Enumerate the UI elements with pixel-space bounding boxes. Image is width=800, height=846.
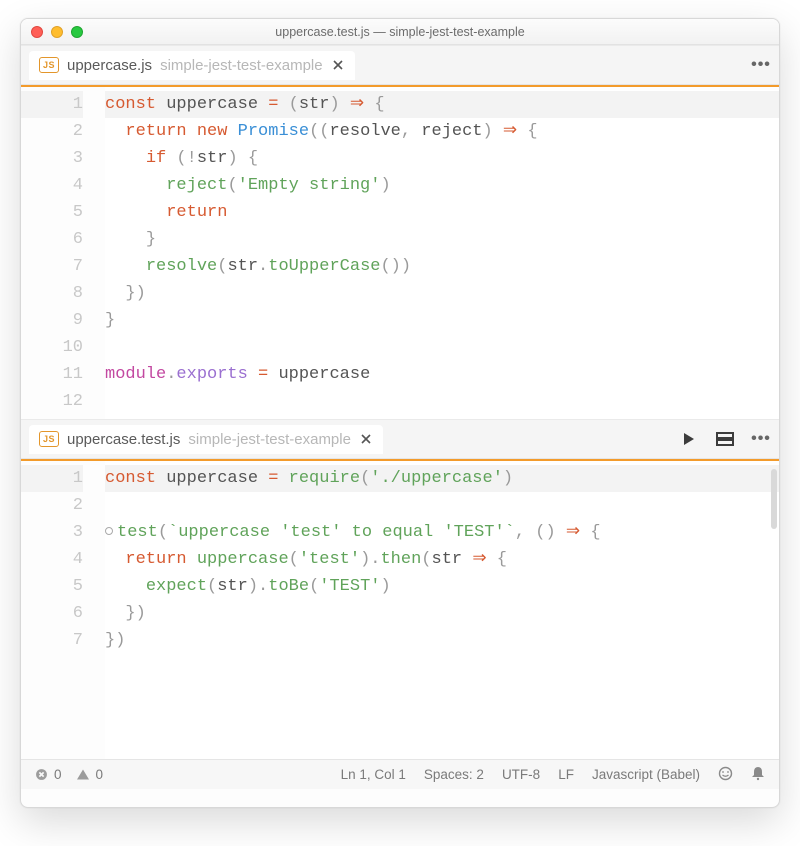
error-count: 0: [54, 767, 62, 782]
code-editor-upper[interactable]: 123456789101112 const uppercase = (str) …: [21, 87, 779, 419]
layout-split-icon[interactable]: [715, 429, 735, 449]
cursor-position[interactable]: Ln 1, Col 1: [341, 767, 406, 782]
editor-pane-lower: JS uppercase.test.js simple-jest-test-ex…: [21, 419, 779, 759]
diagnostics-warnings[interactable]: 0: [76, 767, 104, 782]
warning-count: 0: [96, 767, 104, 782]
file-encoding[interactable]: UTF-8: [502, 767, 540, 782]
feedback-icon[interactable]: [718, 766, 733, 784]
editor-pane-upper: JS uppercase.js simple-jest-test-example…: [21, 45, 779, 419]
tab-filename: uppercase.js: [67, 57, 152, 74]
tab-project: simple-jest-test-example: [160, 57, 323, 74]
code-area[interactable]: const uppercase = (str) ⇒ { return new P…: [105, 87, 779, 419]
line-gutter[interactable]: 123456789101112: [21, 87, 105, 419]
more-actions-icon[interactable]: •••: [751, 429, 771, 449]
language-mode[interactable]: Javascript (Babel): [592, 767, 700, 782]
titlebar[interactable]: uppercase.test.js — simple-jest-test-exa…: [21, 19, 779, 45]
code-editor-lower[interactable]: 1234567 const uppercase = require('./upp…: [21, 461, 779, 759]
diagnostics-errors[interactable]: 0: [35, 767, 62, 782]
traffic-lights: [31, 26, 83, 38]
code-area[interactable]: const uppercase = require('./uppercase')…: [105, 461, 779, 759]
scrollbar-thumb[interactable]: [771, 469, 777, 529]
line-gutter[interactable]: 1234567: [21, 461, 105, 759]
test-marker-icon[interactable]: [105, 527, 113, 535]
indent-setting[interactable]: Spaces: 2: [424, 767, 484, 782]
minimize-window-button[interactable]: [51, 26, 63, 38]
tab-project: simple-jest-test-example: [188, 431, 351, 448]
tabbar-lower: JS uppercase.test.js simple-jest-test-ex…: [21, 419, 779, 459]
notifications-icon[interactable]: [751, 766, 765, 784]
error-icon: [35, 768, 48, 781]
window-title: uppercase.test.js — simple-jest-test-exa…: [21, 25, 779, 39]
editor-window: uppercase.test.js — simple-jest-test-exa…: [20, 18, 780, 808]
line-endings[interactable]: LF: [558, 767, 574, 782]
more-actions-icon[interactable]: •••: [751, 55, 771, 75]
zoom-window-button[interactable]: [71, 26, 83, 38]
tabbar-upper: JS uppercase.js simple-jest-test-example…: [21, 45, 779, 85]
tab-filename: uppercase.test.js: [67, 431, 180, 448]
close-tab-icon[interactable]: [331, 58, 345, 72]
tab-uppercase-js[interactable]: JS uppercase.js simple-jest-test-example: [29, 51, 355, 80]
js-file-icon: JS: [39, 431, 59, 447]
tab-uppercase-test-js[interactable]: JS uppercase.test.js simple-jest-test-ex…: [29, 425, 383, 454]
js-file-icon: JS: [39, 57, 59, 73]
close-window-button[interactable]: [31, 26, 43, 38]
warning-icon: [76, 768, 90, 781]
close-tab-icon[interactable]: [359, 432, 373, 446]
status-bar: 0 0 Ln 1, Col 1 Spaces: 2 UTF-8 LF Javas…: [21, 759, 779, 789]
run-tests-icon[interactable]: [679, 429, 699, 449]
